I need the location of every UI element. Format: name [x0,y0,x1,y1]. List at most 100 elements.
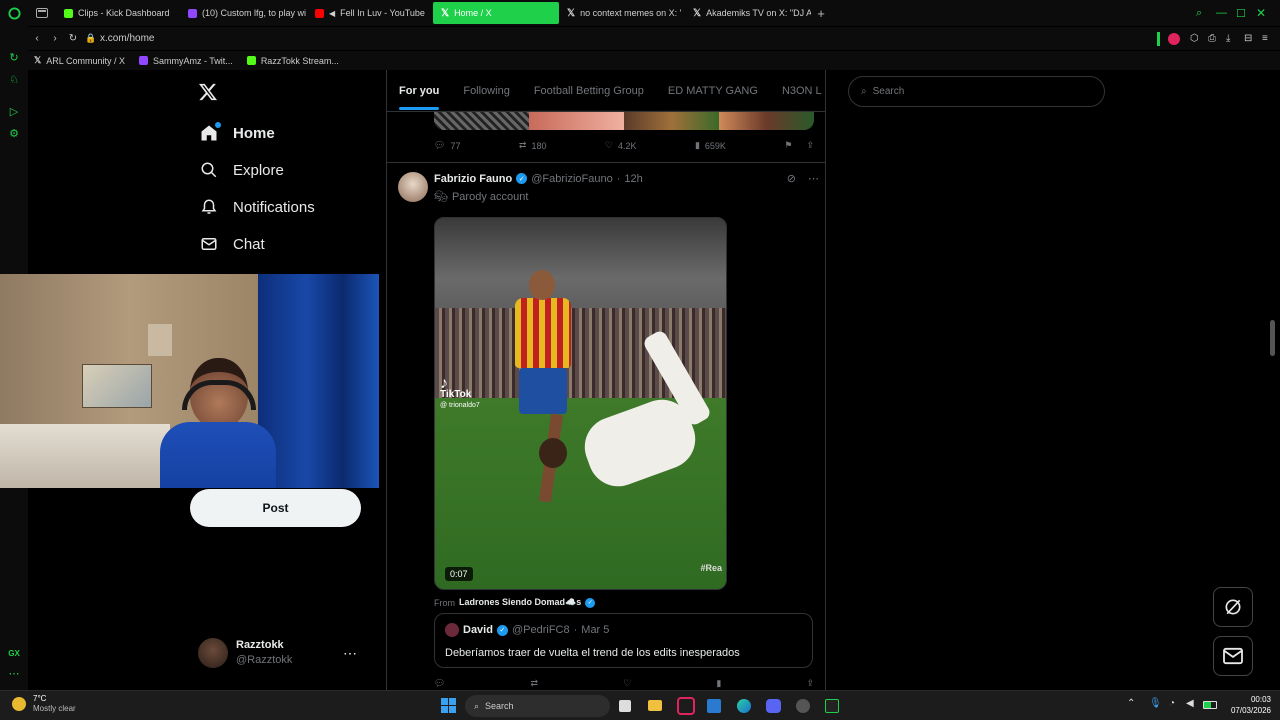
maximize-button[interactable]: ☐ [1236,7,1256,20]
tab-football-betting-group[interactable]: Football Betting Group [534,85,644,97]
heart-icon[interactable]: ♡ [623,678,631,690]
repost-icon: ⇄ [518,140,527,150]
battery-icon[interactable] [1203,701,1217,709]
weather-widget[interactable]: 7°C Mostly clear [12,694,76,714]
post-video[interactable]: ♪ TikTok @ trionaldo7 #Rea 0:07 [434,217,727,590]
tab-kick[interactable]: Clips - Kick Dashboard [56,2,180,24]
nav-notifications[interactable]: Notifications [200,198,315,216]
app-icon[interactable] [825,699,839,713]
tab-twitch[interactable]: (10) Custom lfg, to play wi [180,2,307,24]
grok-icon[interactable]: ⊘ [787,172,796,185]
share-icon[interactable]: ⇪ [806,140,814,151]
prev-post-media [434,110,814,130]
verified-icon: ✓ [516,173,528,184]
tab-youtube[interactable]: ◀ Fell In Luv - YouTube [307,2,433,24]
taskbar-search[interactable]: ⌕ Search [465,695,610,717]
opera-gx-taskbar-icon[interactable] [677,697,695,715]
account-switcher[interactable]: Razztokk @Razztokk ⋯ [198,636,373,670]
reply-button[interactable]: 💬︎ 77 [434,140,460,151]
tray-chevron-icon[interactable]: ⌃ [1127,698,1135,709]
bookmark-icon[interactable]: ⚑ [784,140,792,151]
gx-corner-icon[interactable]: ♘ [8,74,20,86]
new-tab-button[interactable]: + [811,6,831,21]
post-time[interactable]: 12h [624,173,642,185]
extensions-icon[interactable]: ⬡ [1190,33,1208,44]
forward-icon[interactable]: › [46,33,64,44]
bookmark-arl[interactable]: 𝕏 ARL Community / X [34,55,125,66]
nav-home[interactable]: Home [200,122,275,142]
player-icon[interactable]: ▷ [8,106,20,118]
edge-icon[interactable] [737,699,751,713]
tab-for-you[interactable]: For you [399,85,440,110]
views-button[interactable]: ▮ 659K [695,140,726,151]
views-icon[interactable]: ▮ [716,678,721,690]
search-tabs-icon[interactable]: ⌕ [1196,7,1216,20]
sidebar-toggle-bar [1157,31,1160,46]
reply-icon[interactable]: 💬︎ [434,678,445,690]
tab-ed-matty-gang[interactable]: ED MATTY GANG [668,85,758,97]
tab-following[interactable]: Following [463,85,509,97]
mic-icon[interactable]: 🎙︎ [1149,698,1162,709]
quoted-post[interactable]: David ✓ @PedriFC8 · Mar 5 Deberíamos tra… [434,613,813,668]
nav-explore[interactable]: Explore [200,161,284,179]
search-input[interactable]: ⌕ Search [848,76,1105,107]
from-source[interactable]: Ladrones Siendo Domad☁️s [459,597,581,608]
wifi-icon[interactable]: ◔ [1169,698,1175,709]
volume-icon[interactable]: ◀ [1186,698,1194,709]
post-button[interactable]: Post [190,489,361,527]
tab-akademiks[interactable]: 𝕏 Akademiks TV on X: "DJ A [685,2,811,24]
menu-icon[interactable]: ≡ [1262,33,1280,44]
windows-taskbar: 7°C Mostly clear ⌕ Search ⌃ 🎙︎ ◔ ◀ 00:03 … [0,690,1280,720]
page-scrollbar[interactable] [1270,320,1275,356]
url-field[interactable]: x.com/home [100,33,1157,44]
start-button[interactable] [441,698,456,713]
post-more-icon[interactable]: ⋯ [808,172,819,185]
repost-icon[interactable]: ⇄ [531,678,539,690]
adblock-icon[interactable] [1168,32,1180,45]
bookmark-share-group: ⚑ ⇪ [784,140,814,151]
tab-no-context-memes[interactable]: 𝕏no context memes on X: ' [559,2,685,24]
grok-button[interactable] [1213,587,1253,627]
file-explorer-icon[interactable] [648,700,662,711]
reload-icon[interactable]: ↻ [64,33,82,44]
task-view-icon[interactable] [619,700,631,712]
clock-date: 07/03/2026 [1230,706,1271,715]
repost-button[interactable]: ⇄ 180 [519,140,547,151]
messages-button[interactable] [1213,636,1253,676]
tab-n3on[interactable]: N3ON L [782,85,822,97]
gx-logo-icon: GX [8,649,20,658]
like-button[interactable]: ♡ 4.2K [605,140,637,151]
post-handle[interactable]: @FabrizioFauno [531,173,612,185]
bookmark-razztokk[interactable]: RazzTokk Stream... [246,56,339,66]
close-button[interactable]: ✕ [1256,6,1280,20]
settings-icon[interactable]: ⚙ [8,128,20,140]
bookmark-sammyamz[interactable]: SammyAmz - Twit... [138,56,233,66]
tab-x-home[interactable]: 𝕏 Home / X [433,2,559,24]
post-avatar[interactable] [398,172,428,202]
snapshot-icon[interactable]: ⎙ [1208,33,1226,44]
nav-chat[interactable]: Chat [200,235,265,253]
download-icon[interactable]: ⤓ [1226,33,1244,44]
easy-setup-icon[interactable]: ⊟ [1244,33,1262,44]
workspaces-icon[interactable] [28,8,56,18]
clock[interactable]: 00:03 07/03/2026 [1225,694,1271,716]
share-icon[interactable]: ⇪ [806,678,814,690]
more-icon[interactable]: ⋯ [8,668,20,680]
browser-tab-bar: Clips - Kick Dashboard (10) Custom lfg, … [0,0,1280,26]
gx-control-icon[interactable]: ↻ [8,52,20,64]
address-bar: ‹ › ↻ 🔒 x.com/home ⬡ ⎙ ⤓ ⊟ ≡ [28,27,1280,50]
steam-icon[interactable] [796,699,810,713]
x-logo-icon[interactable] [198,82,218,107]
minimize-button[interactable]: — [1216,7,1236,19]
verified-icon: ✓ [585,597,596,608]
quote-author: David [463,624,493,636]
account-handle: @Razztokk [236,654,293,666]
more-icon[interactable]: ⋯ [343,645,373,662]
post-author[interactable]: Fabrizio Fauno [434,173,512,185]
notification-dot [215,122,221,128]
tiktok-icon: ♪ [440,375,448,392]
back-icon[interactable]: ‹ [28,33,46,44]
store-icon[interactable] [707,699,721,713]
opera-gx-logo[interactable] [0,6,28,20]
discord-icon[interactable] [766,699,781,713]
